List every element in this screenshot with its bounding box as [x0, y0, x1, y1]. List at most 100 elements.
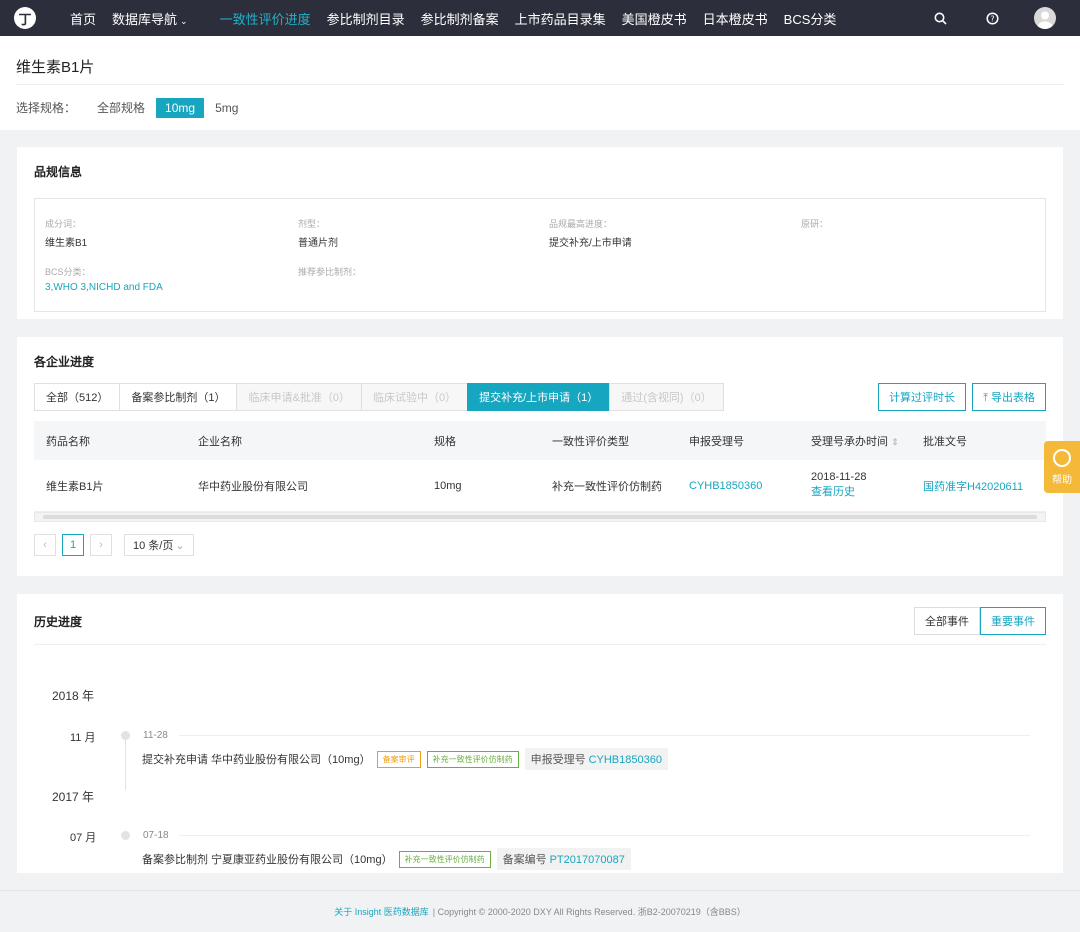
pagination: ‹ 1 › 10 条/页 ⌄	[34, 534, 1046, 556]
cell-drug-name: 维生素B1片	[46, 480, 104, 493]
next-page-button[interactable]: ›	[90, 534, 112, 556]
timeline-divider	[179, 735, 1030, 736]
nav-home[interactable]: 首页	[70, 9, 96, 28]
info-max-progress: 品规最高进度： 提交补充/上市申请	[549, 217, 632, 249]
nav-reference-catalog[interactable]: 参比制剂目录	[327, 9, 405, 28]
avatar[interactable]	[1034, 7, 1056, 29]
logo[interactable]: 丁	[14, 7, 36, 29]
spec-label: 选择规格：	[16, 101, 77, 115]
timeline-event: 备案参比制剂 宁夏康亚药业股份有限公司（10mg） 补充一致性评价仿制药 备案编…	[142, 848, 631, 870]
help-label: 帮助	[1052, 474, 1072, 486]
timeline-date: 11-28	[143, 730, 168, 741]
timeline-dot	[121, 831, 130, 840]
info-value: 维生素B1	[45, 238, 88, 249]
company-progress-title: 各企业进度	[34, 355, 95, 369]
info-key: 成分词：	[45, 219, 82, 229]
view-history-link[interactable]: 查看历史	[811, 485, 866, 500]
copyright: | Copyright © 2000-2020 DXY All Rights R…	[432, 907, 746, 917]
spec-10mg[interactable]: 10mg	[156, 97, 205, 118]
horizontal-scrollbar[interactable]	[34, 512, 1046, 522]
info-value: 普通片剂	[298, 238, 338, 249]
chevron-down-icon: ⌄	[180, 15, 188, 26]
history-title: 历史进度	[34, 614, 83, 629]
spec-selector: 选择规格： 全部规格 10mg 5mg	[16, 85, 1064, 119]
timeline: 2018 年 11 月 11-28 提交补充申请 华中药业股份有限公司（10mg…	[34, 645, 1046, 870]
timeline-month: 07 月	[70, 832, 97, 844]
accept-no-link[interactable]: CYHB1850360	[689, 480, 762, 492]
page-number[interactable]: 1	[62, 534, 84, 556]
page-header: 维生素B1片 选择规格： 全部规格 10mg 5mg	[0, 36, 1080, 130]
nav-us-orange-book[interactable]: 美国橙皮书	[622, 9, 687, 28]
export-label: 导出表格	[991, 392, 1035, 404]
product-info-card: 品规信息 成分词： 维生素B1 剂型： 普通片剂 品规最高进度： 提交补充/上市…	[17, 147, 1063, 319]
cell-accept-date: 2018-11-28 查看历史	[811, 470, 866, 500]
tab-supplement-application[interactable]: 提交补充/上市申请（1）	[467, 383, 611, 411]
tab-reference-filing[interactable]: 备案参比制剂（1）	[119, 383, 238, 411]
timeline-event: 提交补充申请 华中药业股份有限公司（10mg） 备案审评 补充一致性评价仿制药 …	[142, 748, 668, 770]
help-float-button[interactable]: 帮助	[1044, 441, 1080, 493]
ref-label: 备案编号	[502, 854, 547, 866]
nav-bcs[interactable]: BCS分类	[784, 9, 837, 28]
nav-database[interactable]: 数据库导航 ⌄	[112, 9, 188, 28]
key-events-button[interactable]: 重要事件	[980, 607, 1046, 635]
info-value: 提交补充/上市申请	[549, 238, 632, 249]
progress-actions: 计算过评时长 ⤒ 导出表格	[872, 383, 1046, 411]
table-header: 药品名称 企业名称 规格 一致性评价类型 申报受理号 受理号承办时间 ⇕ 批准文…	[34, 421, 1046, 460]
prev-page-button[interactable]: ‹	[34, 534, 56, 556]
tab-clinical-trial[interactable]: 临床试验中（0）	[360, 383, 469, 411]
col-company: 企业名称	[198, 435, 242, 448]
page-size-select[interactable]: 10 条/页 ⌄	[124, 534, 194, 556]
col-accept-no: 申报受理号	[689, 435, 744, 448]
tab-passed[interactable]: 通过(含视同)（0）	[609, 383, 724, 411]
info-key: 推荐参比制剂：	[298, 267, 362, 277]
info-originator: 原研：	[801, 217, 828, 234]
nav-consistency-progress[interactable]: 一致性评价进度	[220, 9, 311, 28]
progress-tabs: 全部（512） 备案参比制剂（1） 临床申请&批准（0） 临床试验中（0） 提交…	[34, 383, 1046, 411]
bcs-link[interactable]: 3,WHO 3,NICHD and FDA	[45, 282, 163, 293]
nav-listed-drugs[interactable]: 上市药品目录集	[515, 9, 606, 28]
info-key: BCS分类：	[45, 267, 91, 277]
spec-all[interactable]: 全部规格	[88, 96, 154, 119]
spec-5mg[interactable]: 5mg	[206, 98, 247, 118]
tab-all[interactable]: 全部（512）	[34, 383, 121, 411]
scrollbar-thumb[interactable]	[43, 515, 1037, 519]
approval-no-link[interactable]: 国药准字H42020611	[923, 478, 1023, 494]
info-key: 品规最高进度：	[549, 219, 613, 229]
product-info-title: 品规信息	[34, 165, 83, 179]
col-type: 一致性评价类型	[552, 435, 629, 448]
page-title: 维生素B1片	[16, 36, 1064, 85]
nav-reference-filing[interactable]: 参比制剂备案	[421, 9, 499, 28]
about-link[interactable]: 关于 Insight 医药数据库	[334, 905, 429, 918]
ref-label: 申报受理号	[530, 754, 586, 766]
cell-spec: 10mg	[434, 479, 462, 492]
company-progress-card: 各企业进度 全部（512） 备案参比制剂（1） 临床申请&批准（0） 临床试验中…	[17, 337, 1063, 576]
col-accept-date[interactable]: 受理号承办时间 ⇕	[811, 433, 899, 449]
search-icon[interactable]	[932, 10, 948, 26]
timeline-divider	[179, 835, 1030, 836]
tab-clinical-application[interactable]: 临床申请&批准（0）	[236, 383, 362, 411]
export-table-button[interactable]: ⤒ 导出表格	[972, 383, 1046, 411]
accept-date: 2018-11-28	[811, 471, 867, 483]
col-spec: 规格	[434, 435, 456, 448]
event-reference: 申报受理号 CYHB1850360	[524, 748, 668, 770]
info-bcs: BCS分类： 3,WHO 3,NICHD and FDA	[45, 265, 163, 293]
svg-text:?: ?	[990, 14, 994, 23]
event-tag: 补充一致性评价仿制药	[398, 850, 491, 868]
col-accept-date-label: 受理号承办时间	[811, 435, 888, 448]
top-right-tools: ?	[896, 7, 1066, 29]
calc-duration-button[interactable]: 计算过评时长	[878, 383, 967, 411]
help-circle-icon[interactable]: ?	[984, 10, 1000, 26]
nav-jp-orange-book[interactable]: 日本橙皮书	[703, 9, 768, 28]
history-header: 历史进度 全部事件 重要事件	[34, 607, 1046, 645]
event-text: 备案参比制剂 宁夏康亚药业股份有限公司（10mg）	[142, 854, 393, 866]
ref-link[interactable]: CYHB1850360	[589, 754, 662, 766]
cell-type: 补充一致性评价仿制药	[552, 480, 662, 493]
sort-icon: ⇕	[891, 436, 899, 447]
info-dosage-form: 剂型： 普通片剂	[298, 217, 338, 249]
all-events-button[interactable]: 全部事件	[914, 607, 980, 635]
event-reference: 备案编号 PT2017070087	[496, 848, 631, 870]
info-ingredient: 成分词： 维生素B1	[45, 217, 87, 249]
progress-table: 药品名称 企业名称 规格 一致性评价类型 申报受理号 受理号承办时间 ⇕ 批准文…	[34, 421, 1046, 522]
col-approval-no: 批准文号	[923, 435, 967, 448]
ref-link[interactable]: PT2017070087	[550, 854, 625, 866]
